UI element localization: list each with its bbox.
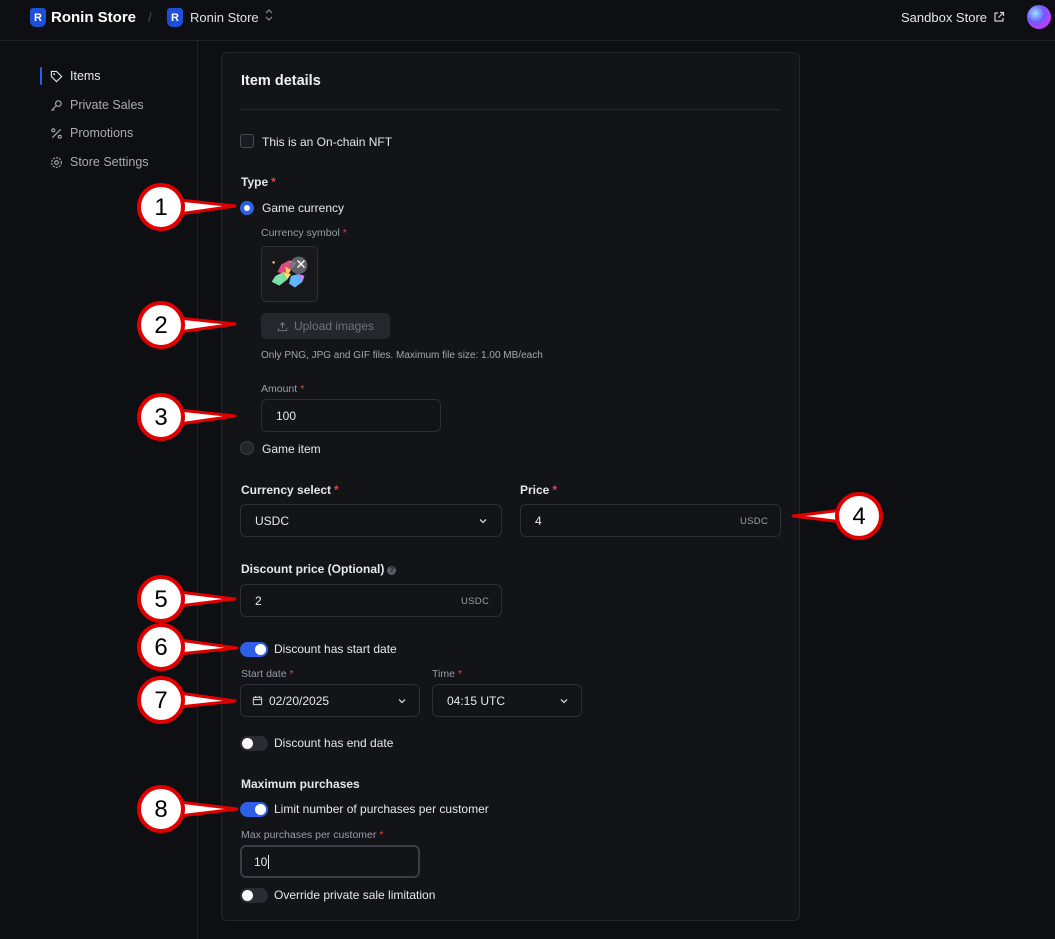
discount-price-label: Discount price (Optional)?	[241, 562, 397, 576]
type-label: Type *	[241, 175, 276, 189]
price-value: 4	[535, 514, 542, 528]
time-label: Time *	[432, 668, 463, 680]
currency-select-dropdown[interactable]: USDC	[240, 504, 502, 537]
discount-end-label: Discount has end date	[274, 736, 394, 750]
user-avatar[interactable]	[1027, 5, 1051, 29]
max-per-customer-value: 10	[254, 855, 268, 869]
limit-purchases-label: Limit number of purchases per customer	[274, 802, 489, 816]
sidebar-item-store-settings[interactable]: Store Settings	[50, 153, 149, 171]
callout-number: 2	[154, 312, 167, 339]
max-purchases-heading: Maximum purchases	[241, 777, 360, 791]
ronin-logo-icon[interactable]: R	[30, 8, 46, 27]
currency-select-label: Currency select *	[241, 483, 339, 497]
callout-number: 7	[154, 687, 167, 714]
start-date-value: 02/20/2025	[269, 694, 330, 708]
price-input[interactable]: 4 USDC	[520, 504, 781, 537]
type-option-game-currency[interactable]: Game currency	[262, 201, 344, 215]
store-logo-icon: R	[167, 8, 183, 27]
price-label: Price *	[520, 483, 558, 497]
callout-number: 5	[154, 586, 167, 613]
onchain-nft-checkbox[interactable]	[240, 134, 254, 148]
tag-icon	[50, 70, 63, 82]
callout-number: 4	[852, 503, 865, 530]
discount-end-toggle[interactable]	[240, 736, 268, 751]
amount-label: Amount *	[261, 383, 305, 395]
callout-number: 8	[154, 796, 167, 823]
help-icon[interactable]: ?	[387, 566, 397, 575]
currency-select-value: USDC	[255, 514, 290, 528]
key-icon	[50, 99, 62, 111]
sidebar-active-indicator	[40, 67, 42, 85]
chevron-down-icon	[479, 519, 487, 524]
amount-input[interactable]: 100	[261, 399, 441, 432]
brand-title[interactable]: Ronin Store	[51, 9, 136, 26]
start-date-picker[interactable]: 02/20/2025	[240, 684, 420, 717]
card-divider	[241, 109, 780, 110]
upload-hint: Only PNG, JPG and GIF files. Maximum fil…	[261, 350, 543, 361]
discount-price-value: 2	[255, 594, 262, 608]
sidebar-item-items[interactable]: Items	[50, 67, 101, 85]
annotation-callout-1: 1	[137, 183, 237, 231]
discount-start-label: Discount has start date	[274, 642, 397, 656]
annotation-callout-3: 3	[137, 393, 237, 441]
annotation-callout-4: 4	[791, 492, 883, 540]
upload-images-button[interactable]: Upload images	[261, 313, 390, 339]
override-private-sale-label: Override private sale limitation	[274, 888, 436, 902]
chevron-down-icon	[398, 699, 406, 704]
annotation-callout-7: 7	[137, 676, 237, 724]
amount-value: 100	[276, 409, 297, 423]
annotation-callout-5: 5	[137, 575, 237, 623]
card-title: Item details	[241, 73, 321, 89]
chevron-down-icon	[560, 699, 568, 704]
start-date-label: Start date *	[241, 668, 294, 680]
external-link-icon[interactable]	[993, 11, 1005, 23]
callout-number: 3	[154, 404, 167, 431]
discount-price-unit: USDC	[461, 596, 490, 607]
sandbox-store-link[interactable]: Sandbox Store	[901, 10, 987, 25]
breadcrumb-separator: /	[148, 10, 152, 25]
annotation-callout-6: 6	[137, 623, 239, 671]
text-cursor	[268, 855, 269, 869]
annotation-callout-8: 8	[137, 785, 239, 833]
percent-icon	[51, 127, 62, 139]
sidebar-item-label: Private Sales	[70, 98, 144, 112]
sidebar-item-private-sales[interactable]: Private Sales	[50, 96, 144, 114]
sidebar-item-label: Promotions	[70, 126, 134, 140]
onchain-nft-label[interactable]: This is an On-chain NFT	[262, 135, 392, 149]
callout-number: 1	[154, 194, 167, 221]
type-radio-game-item[interactable]	[240, 441, 254, 455]
gear-icon	[51, 156, 62, 168]
override-private-sale-toggle[interactable]	[240, 888, 268, 903]
type-option-game-item[interactable]: Game item	[262, 442, 321, 456]
discount-price-input[interactable]: 2 USDC	[240, 584, 502, 617]
currency-symbol-label: Currency symbol *	[261, 227, 347, 239]
time-picker[interactable]: 04:15 UTC	[432, 684, 582, 717]
time-value: 04:15 UTC	[447, 694, 506, 708]
remove-image-icon[interactable]	[296, 259, 306, 269]
callout-number: 6	[154, 634, 167, 661]
gems-image	[271, 256, 308, 288]
upload-icon	[277, 321, 288, 331]
store-switcher[interactable]: Ronin Store	[190, 10, 259, 25]
currency-symbol-thumbnail[interactable]	[261, 246, 318, 302]
sidebar-item-label: Store Settings	[70, 155, 149, 169]
top-bar	[0, 0, 1055, 41]
max-per-customer-label: Max purchases per customer *	[241, 829, 384, 841]
sidebar-item-promotions[interactable]: Promotions	[50, 124, 133, 142]
calendar-icon	[252, 695, 263, 706]
upload-images-label: Upload images	[293, 319, 375, 333]
price-unit: USDC	[740, 516, 769, 527]
max-per-customer-input[interactable]: 10	[240, 845, 420, 878]
annotation-callout-2: 2	[137, 301, 237, 349]
chevron-up-down-icon[interactable]	[265, 9, 273, 21]
sidebar-item-label: Items	[70, 69, 101, 83]
